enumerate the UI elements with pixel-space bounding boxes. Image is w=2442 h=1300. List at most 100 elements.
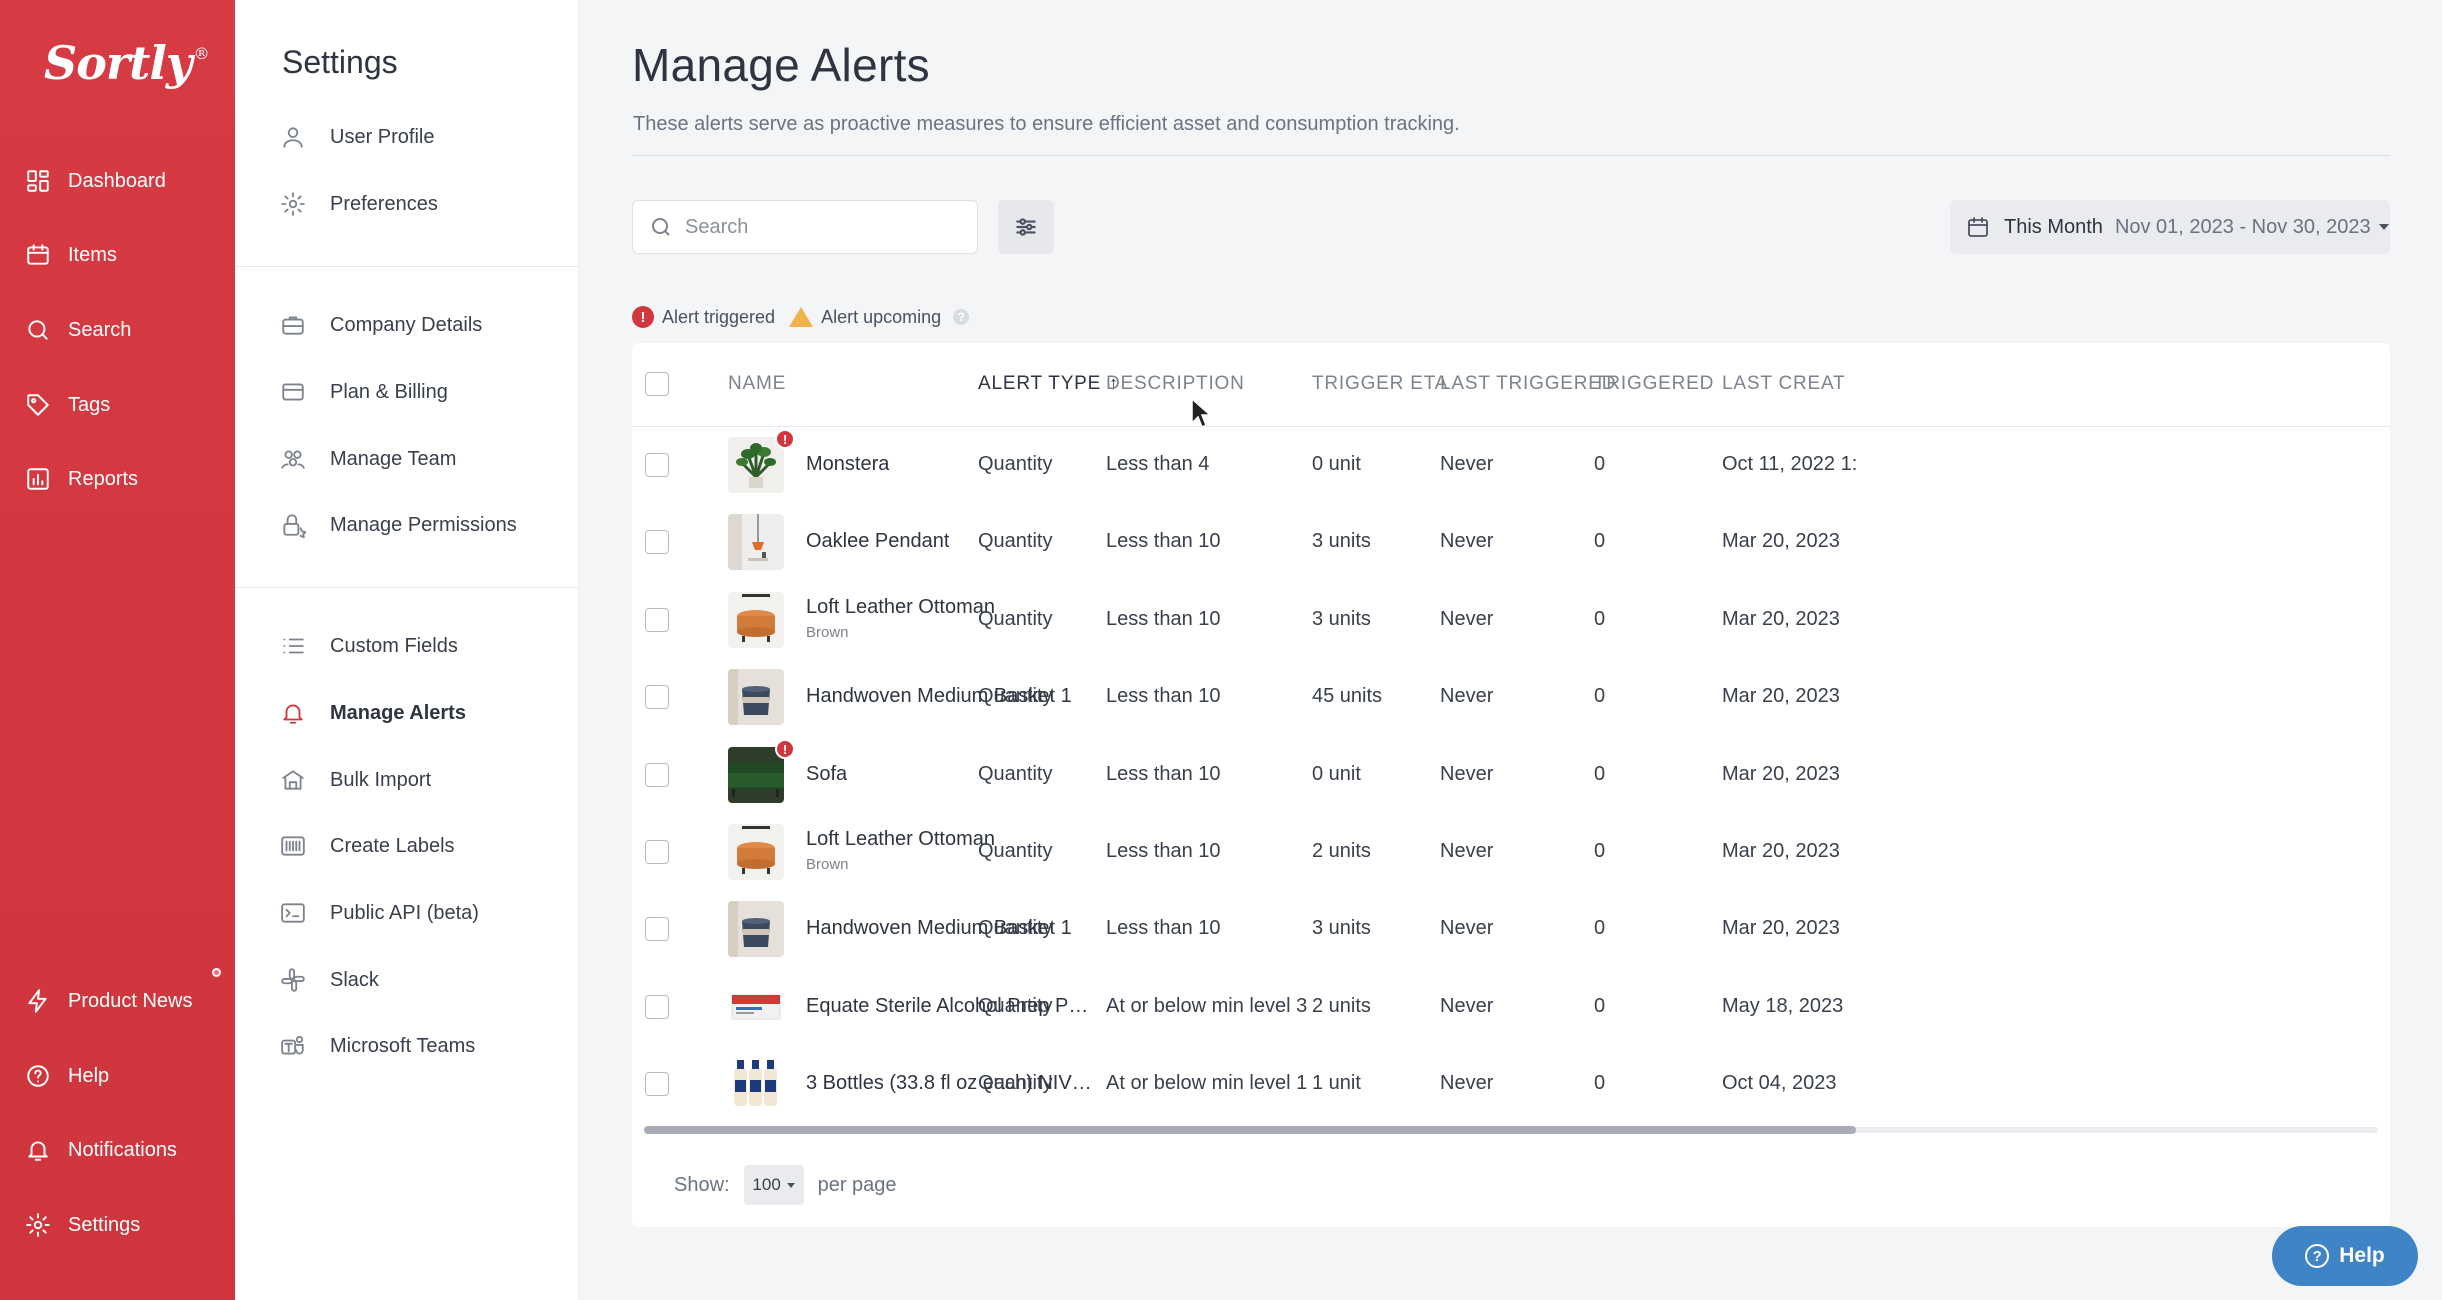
settings-item-user-profile[interactable]: User Profile bbox=[279, 117, 434, 157]
column-header-last-triggered[interactable]: LAST TRIGGERED bbox=[1440, 373, 1616, 395]
item-name-link[interactable]: Loft Leather Ottoman bbox=[806, 828, 995, 851]
nav-item-search[interactable]: Search bbox=[0, 302, 235, 358]
item-thumbnail[interactable] bbox=[728, 1056, 784, 1112]
row-checkbox[interactable] bbox=[645, 917, 669, 941]
column-header-last-created[interactable]: LAST CREAT bbox=[1722, 373, 1845, 395]
column-label: LAST TRIGGERED bbox=[1440, 373, 1617, 394]
settings-item-manage-team[interactable]: Manage Team bbox=[279, 439, 456, 479]
table-row[interactable]: Handwoven Medium Basket 1 Quantity Less th… bbox=[632, 891, 2390, 968]
last-created-cell: Mar 20, 2023 bbox=[1722, 840, 1840, 862]
nav-item-items[interactable]: Items bbox=[0, 227, 235, 283]
items-icon bbox=[24, 241, 52, 269]
date-range-dropdown[interactable]: This Month Nov 01, 2023 - Nov 30, 2023 bbox=[1950, 200, 2390, 254]
nav-item-label: Tags bbox=[68, 393, 111, 416]
filter-button[interactable] bbox=[998, 200, 1054, 254]
item-thumbnail[interactable] bbox=[728, 437, 784, 493]
settings-item-plan-billing[interactable]: Plan & Billing bbox=[279, 372, 448, 412]
description-cell: Less than 10 bbox=[1106, 685, 1221, 707]
item-thumbnail[interactable] bbox=[728, 514, 784, 570]
alert-type-cell: Quantity bbox=[978, 763, 1053, 785]
column-label: LAST CREAT bbox=[1722, 373, 1846, 394]
nav-item-settings[interactable]: Settings bbox=[0, 1197, 235, 1253]
item-name-link[interactable]: Equate Sterile Alcohol Prep Pa... bbox=[806, 995, 1096, 1018]
gear-icon bbox=[24, 1211, 52, 1239]
settings-item-bulk-import[interactable]: Bulk Import bbox=[279, 760, 431, 800]
triggered-count-cell: 0 bbox=[1594, 840, 1606, 862]
trigger-eta-cell: 45 units bbox=[1312, 685, 1383, 707]
nav-item-reports[interactable]: Reports bbox=[0, 451, 235, 507]
item-variant: Brown bbox=[806, 624, 849, 641]
dashboard-icon bbox=[24, 167, 52, 195]
nav-item-product-news[interactable]: Product News bbox=[0, 973, 235, 1029]
nav-item-help[interactable]: Help bbox=[0, 1048, 235, 1104]
table-row[interactable]: Oaklee Pendant Quantity Less than 10 3 unit… bbox=[632, 504, 2390, 581]
item-thumbnail[interactable] bbox=[728, 592, 784, 648]
item-thumbnail[interactable] bbox=[728, 824, 784, 880]
row-checkbox[interactable] bbox=[645, 763, 669, 787]
row-checkbox[interactable] bbox=[645, 685, 669, 709]
settings-item-microsoft-teams[interactable]: Microsoft Teams bbox=[279, 1026, 475, 1066]
last-triggered-cell: Never bbox=[1440, 530, 1494, 552]
alerts-table: NAME ALERT TYPE ↑ DESCRIPTION TRIGGER ETA… bbox=[632, 343, 2390, 1227]
help-button[interactable]: ? Help bbox=[2272, 1226, 2418, 1286]
nav-item-tags[interactable]: Tags bbox=[0, 377, 235, 433]
search-box[interactable] bbox=[632, 200, 978, 254]
column-header-trigger-eta[interactable]: TRIGGER ETA bbox=[1312, 373, 1448, 395]
briefcase-icon bbox=[279, 311, 307, 339]
row-checkbox[interactable] bbox=[645, 1072, 669, 1096]
info-icon[interactable]: ? bbox=[953, 309, 970, 325]
item-name-link[interactable]: Oaklee Pendant bbox=[806, 530, 949, 553]
table-row[interactable]: ! Sofa Quantity Less than 10 0 unit Never 0 Mar… bbox=[632, 737, 2390, 814]
column-header-triggered[interactable]: TRIGGERED bbox=[1594, 373, 1714, 395]
date-range-value: Nov 01, 2023 - Nov 30, 2023 bbox=[2114, 215, 2371, 238]
settings-item-slack[interactable]: Slack bbox=[279, 960, 379, 1000]
horizontal-scrollbar-thumb[interactable] bbox=[644, 1126, 1856, 1134]
row-checkbox[interactable] bbox=[645, 530, 669, 554]
per-page-select[interactable]: 100 bbox=[743, 1165, 804, 1205]
item-thumbnail[interactable] bbox=[728, 979, 784, 1035]
item-thumbnail[interactable] bbox=[728, 669, 784, 725]
alert-triggered-icon: ! bbox=[775, 739, 795, 759]
select-all-checkbox[interactable] bbox=[645, 372, 669, 396]
nav-item-label: Product News bbox=[68, 989, 193, 1012]
item-name-link[interactable]: Monstera bbox=[806, 453, 889, 476]
item-variant: Brown bbox=[806, 856, 849, 873]
table-row[interactable]: Loft Leather Ottoman Brown Quantity Less th… bbox=[632, 814, 2390, 891]
row-checkbox[interactable] bbox=[645, 840, 669, 864]
table-row[interactable]: 3 Bottles (33.8 fl oz each) NIVE... Quant… bbox=[632, 1046, 2390, 1123]
table-row[interactable]: Loft Leather Ottoman Brown Quantity Less th… bbox=[632, 582, 2390, 659]
settings-item-create-labels[interactable]: Create Labels bbox=[279, 826, 455, 866]
column-header-name[interactable]: NAME bbox=[728, 373, 786, 395]
table-row[interactable]: Handwoven Medium Basket 1 Quantity Less th… bbox=[632, 659, 2390, 736]
alert-type-cell: Quantity bbox=[978, 840, 1053, 862]
table-row[interactable]: ! Monstera Quantity Less than 4 0 unit Never 0… bbox=[632, 427, 2390, 504]
sortly-logo[interactable]: Sortly ® bbox=[44, 36, 210, 90]
calendar-icon bbox=[1968, 217, 1988, 237]
row-checkbox[interactable] bbox=[645, 453, 669, 477]
column-header-alert-type[interactable]: ALERT TYPE ↑ bbox=[978, 373, 1119, 395]
settings-item-preferences[interactable]: Preferences bbox=[279, 184, 438, 224]
settings-item-public-api[interactable]: Public API (beta) bbox=[279, 893, 479, 933]
teams-icon bbox=[279, 1032, 307, 1060]
search-input[interactable] bbox=[685, 215, 965, 239]
triggered-count-cell: 0 bbox=[1594, 453, 1606, 475]
settings-item-manage-alerts[interactable]: Manage Alerts bbox=[279, 693, 466, 733]
nav-item-dashboard[interactable]: Dashboard bbox=[0, 153, 235, 209]
item-thumbnail[interactable] bbox=[728, 901, 784, 957]
settings-item-manage-permissions[interactable]: Manage Permissions bbox=[279, 505, 517, 545]
trigger-eta-cell: 2 units bbox=[1312, 995, 1371, 1017]
settings-item-company-details[interactable]: Company Details bbox=[279, 305, 482, 345]
row-checkbox[interactable] bbox=[645, 995, 669, 1019]
settings-item-label: Manage Alerts bbox=[330, 701, 466, 724]
column-header-description[interactable]: DESCRIPTION bbox=[1106, 373, 1245, 395]
item-thumbnail[interactable] bbox=[728, 747, 784, 803]
settings-item-custom-fields[interactable]: Custom Fields bbox=[279, 626, 458, 666]
item-name-link[interactable]: Loft Leather Ottoman bbox=[806, 596, 995, 619]
table-row[interactable]: Equate Sterile Alcohol Prep Pa... Quantit… bbox=[632, 969, 2390, 1046]
reports-icon bbox=[24, 465, 52, 493]
item-name-link[interactable]: 3 Bottles (33.8 fl oz each) NIVE... bbox=[806, 1072, 1096, 1095]
item-name-link[interactable]: Sofa bbox=[806, 763, 847, 786]
row-checkbox[interactable] bbox=[645, 608, 669, 632]
triggered-count-cell: 0 bbox=[1594, 530, 1606, 552]
nav-item-notifications[interactable]: Notifications bbox=[0, 1122, 235, 1178]
